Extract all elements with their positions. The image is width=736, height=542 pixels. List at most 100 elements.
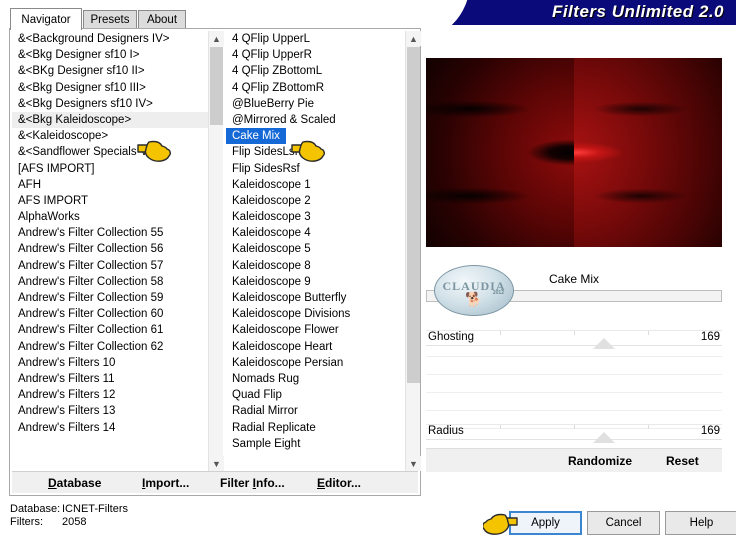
effect-preview-image — [426, 58, 722, 247]
category-list-item[interactable]: Andrew's Filter Collection 61 — [12, 322, 208, 338]
preview-left-half — [426, 58, 574, 247]
effect-list-item[interactable]: Kaleidoscope 1 — [226, 177, 404, 193]
category-list-item[interactable]: Andrew's Filters 11 — [12, 371, 208, 387]
reset-button[interactable]: Reset — [666, 454, 699, 468]
apply-button[interactable]: Apply — [509, 511, 582, 535]
category-list-item[interactable]: Andrew's Filters 12 — [12, 387, 208, 403]
slider-ghosting[interactable]: Ghosting 169 — [426, 330, 722, 352]
effect-list-item[interactable]: @Mirrored & Scaled — [226, 112, 404, 128]
effect-list-item[interactable]: Kaleidoscope 5 — [226, 241, 404, 257]
category-list-item[interactable]: AlphaWorks — [12, 209, 208, 225]
preview-right-half — [574, 58, 722, 247]
scroll-thumb[interactable] — [407, 47, 420, 383]
category-list-item[interactable]: Andrew's Filter Collection 58 — [12, 274, 208, 290]
navigator-panel: &<Background Designers IV> &<Bkg Designer… — [9, 28, 421, 496]
category-list-item[interactable]: &<Background Designers IV> — [12, 31, 208, 47]
watermark-subtext: 2012 — [492, 290, 504, 296]
effect-list-item[interactable]: Kaleidoscope Butterfly — [226, 290, 404, 306]
app-banner: Filters Unlimited 2.0 — [420, 0, 736, 25]
effect-list-item[interactable]: Nomads Rug — [226, 371, 404, 387]
effect-list-item[interactable]: Kaleidoscope 8 — [226, 258, 404, 274]
cancel-button[interactable]: Cancel — [587, 511, 660, 535]
filters-unlimited-window: Filters Unlimited 2.0 Navigator Presets … — [0, 0, 736, 542]
effect-list-item[interactable]: Kaleidoscope 9 — [226, 274, 404, 290]
effect-list-item[interactable]: 4 QFlip UpperR — [226, 47, 404, 63]
dog-figure-icon: 🐕 — [465, 291, 483, 307]
category-list-item[interactable]: [AFS IMPORT] — [12, 161, 208, 177]
category-list[interactable]: &<Background Designers IV> &<Bkg Designer… — [12, 31, 208, 471]
effect-list-item[interactable]: 4 QFlip UpperL — [226, 31, 404, 47]
slider-handle[interactable] — [592, 432, 615, 443]
category-list-item[interactable]: Andrew's Filter Collection 60 — [12, 306, 208, 322]
category-list-item[interactable]: Andrew's Filters 13 — [12, 403, 208, 419]
effect-list-item[interactable]: Kaleidoscope Persian — [226, 355, 404, 371]
effect-list-item[interactable]: Flip SidesLsf — [226, 144, 404, 160]
effect-list-item[interactable]: 4 QFlip ZBottomL — [226, 63, 404, 79]
effect-list-item[interactable]: Flip SidesRsf — [226, 161, 404, 177]
category-list-item[interactable]: &<Bkg Designer sf10 III> — [12, 80, 208, 96]
effect-list[interactable]: 4 QFlip UpperL 4 QFlip UpperR 4 QFlip ZBot… — [226, 31, 404, 471]
category-list-item[interactable]: Andrew's Filter Collection 62 — [12, 339, 208, 355]
tab-about[interactable]: About — [138, 10, 186, 28]
category-list-item[interactable]: Andrew's Filter Collection 59 — [12, 290, 208, 306]
category-list-item[interactable]: Andrew's Filter Collection 55 — [12, 225, 208, 241]
effect-list-item[interactable]: Radial Replicate — [226, 420, 404, 436]
category-list-item[interactable]: &<Bkg Kaleidoscope> — [12, 111, 208, 129]
slider-track[interactable] — [426, 424, 722, 440]
database-button[interactable]: Database — [48, 476, 101, 490]
slider-radius[interactable]: Radius 169 — [426, 424, 722, 446]
effect-list-item[interactable]: Cake Mix — [226, 128, 286, 145]
app-title: Filters Unlimited 2.0 — [551, 2, 724, 21]
effect-list-item[interactable]: @BlueBerry Pie — [226, 96, 404, 112]
status-text: Database: ICNET-Filters Filters: 2058 — [10, 503, 128, 529]
tab-presets[interactable]: Presets — [83, 10, 137, 28]
category-list-item[interactable]: &<Bkg Designers sf10 IV> — [12, 96, 208, 112]
effect-list-item[interactable]: Kaleidoscope 4 — [226, 225, 404, 241]
scroll-up-icon[interactable]: ▲ — [209, 31, 224, 46]
category-list-item[interactable]: &<Kaleidoscope> — [12, 128, 208, 144]
randomize-button[interactable]: Randomize — [568, 454, 632, 468]
category-list-item[interactable]: Andrew's Filters 14 — [12, 420, 208, 436]
scroll-down-icon[interactable]: ▼ — [209, 456, 224, 471]
category-list-item[interactable]: AFH — [12, 177, 208, 193]
status-filters-value: 2058 — [62, 516, 87, 528]
category-list-item[interactable]: Andrew's Filters 10 — [12, 355, 208, 371]
category-list-item[interactable]: Andrew's Filter Collection 57 — [12, 258, 208, 274]
banner-curve-decoration — [420, 0, 466, 25]
slider-value: 169 — [700, 425, 720, 437]
category-list-item[interactable]: Andrew's Filter Collection 56 — [12, 241, 208, 257]
slider-value: 169 — [700, 331, 720, 343]
category-list-scrollbar[interactable]: ▲ ▼ — [208, 31, 224, 471]
scroll-up-icon[interactable]: ▲ — [406, 31, 421, 46]
scroll-thumb[interactable] — [210, 47, 223, 125]
effect-list-item[interactable]: Kaleidoscope Divisions — [226, 306, 404, 322]
slider-label: Ghosting — [428, 331, 475, 343]
slider-handle[interactable] — [592, 338, 615, 349]
effect-list-item[interactable]: Quad Flip — [226, 387, 404, 403]
effect-list-item[interactable]: Kaleidoscope 3 — [226, 209, 404, 225]
status-database-key: Database: — [10, 503, 61, 515]
slider-label: Radius — [428, 425, 464, 437]
effect-list-item[interactable]: Radial Mirror — [226, 403, 404, 419]
help-button[interactable]: Help — [665, 511, 736, 535]
parameter-action-bar: Randomize Reset — [426, 448, 722, 472]
claudia-watermark: CLAUDIA 2012 🐕 — [434, 265, 514, 316]
effect-list-item[interactable]: Kaleidoscope 2 — [226, 193, 404, 209]
tab-navigator[interactable]: Navigator — [10, 8, 82, 30]
effect-list-item[interactable]: Kaleidoscope Heart — [226, 339, 404, 355]
effect-list-item[interactable]: Kaleidoscope Flower — [226, 322, 404, 338]
filter-info-button[interactable]: Filter Info... — [220, 476, 285, 490]
category-list-item[interactable]: &<Sandflower Specials°v° > — [12, 144, 208, 160]
category-list-item[interactable]: AFS IMPORT — [12, 193, 208, 209]
effect-list-item[interactable]: 4 QFlip ZBottomR — [226, 80, 404, 96]
editor-button[interactable]: Editor... — [317, 476, 361, 490]
import-button[interactable]: Import... — [142, 476, 189, 490]
effect-list-item[interactable]: Sample Eight — [226, 436, 404, 452]
status-database-value: ICNET-Filters — [62, 503, 128, 515]
status-filters-key: Filters: — [10, 516, 43, 528]
category-list-item[interactable]: &<Bkg Designer sf10 I> — [12, 47, 208, 63]
parameters-panel: Cake Mix CLAUDIA 2012 🐕 Ghosting 169 Rad… — [426, 262, 722, 472]
category-list-item[interactable]: &<BKg Designer sf10 II> — [12, 63, 208, 79]
effect-list-scrollbar[interactable]: ▲ ▼ — [405, 31, 421, 471]
scroll-down-icon[interactable]: ▼ — [406, 456, 421, 471]
